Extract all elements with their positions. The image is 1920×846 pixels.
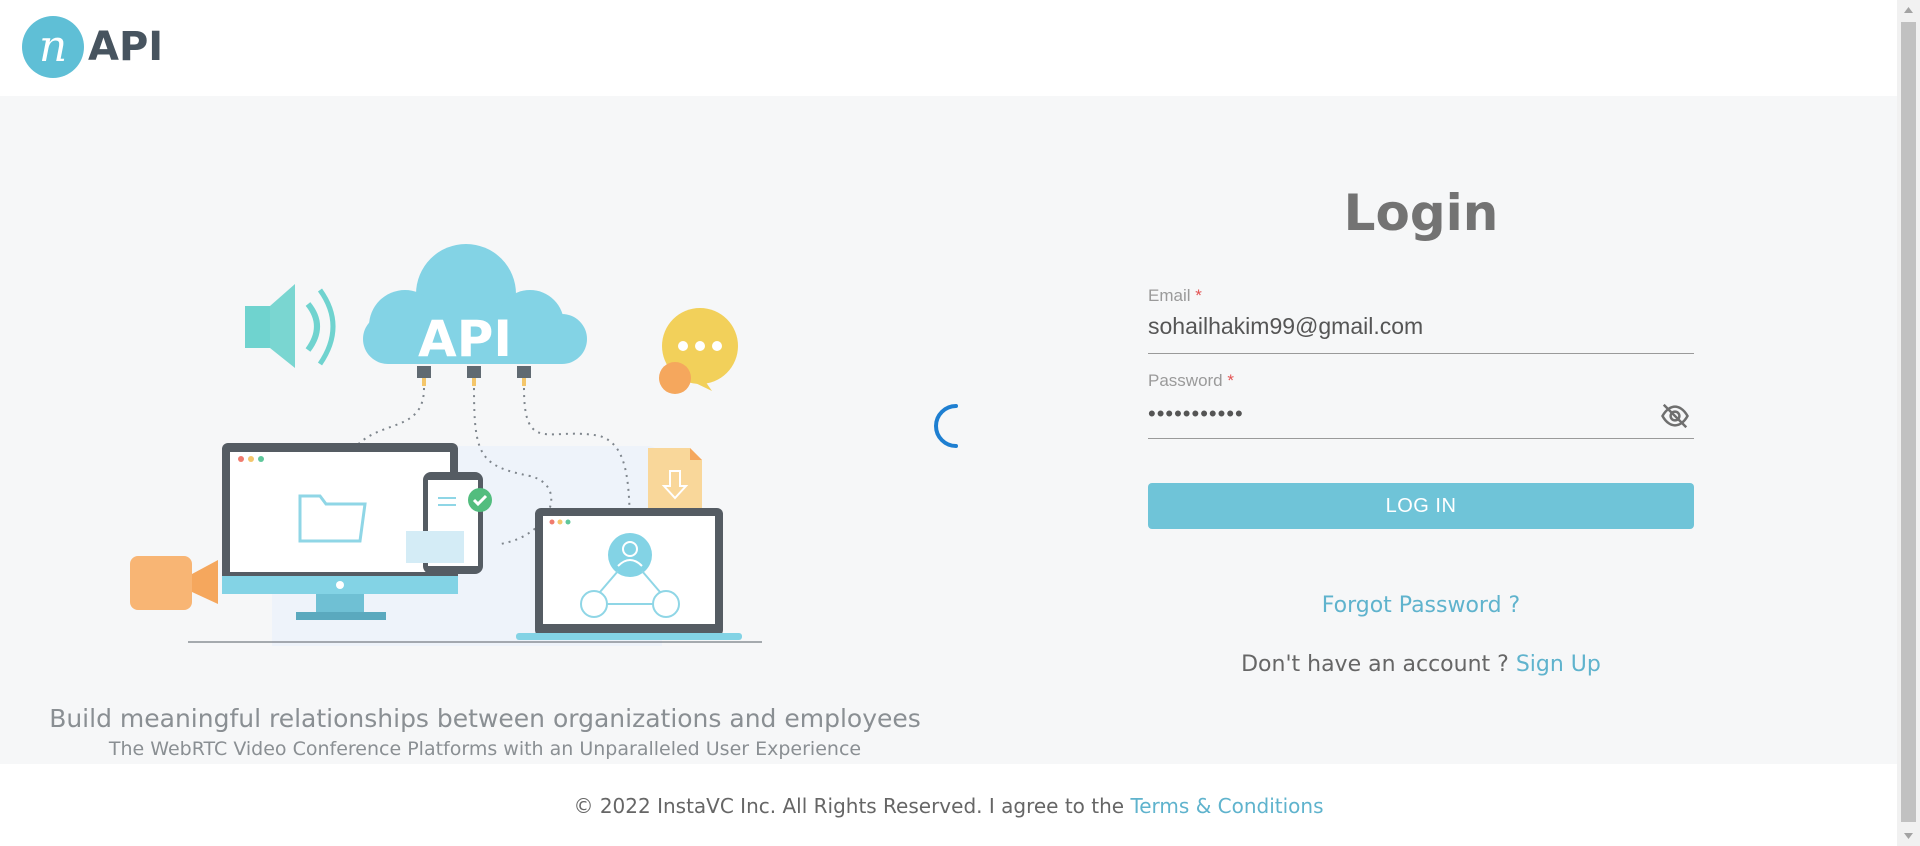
scroll-down-arrow-icon[interactable] — [1897, 826, 1920, 846]
logo-text: API — [88, 24, 164, 70]
required-mark: * — [1195, 286, 1202, 305]
signup-link[interactable]: Sign Up — [1516, 652, 1601, 677]
scrollbar-thumb[interactable] — [1901, 22, 1916, 822]
hero-illustration: API — [130, 244, 762, 646]
terms-link[interactable]: Terms & Conditions — [1130, 794, 1323, 818]
vertical-scrollbar[interactable] — [1897, 0, 1920, 846]
signup-row: Don't have an account ? Sign Up — [1148, 652, 1694, 677]
main-content: API Build meaningful relationships betwe… — [0, 96, 1897, 764]
connector-plugs — [417, 366, 531, 386]
login-button[interactable]: LOG IN — [1148, 483, 1694, 529]
password-label: Password * — [1148, 371, 1234, 391]
email-label-text: Email — [1148, 286, 1191, 305]
forgot-password-link[interactable]: Forgot Password ? — [1148, 593, 1694, 618]
copyright-text: © 2022 InstaVC Inc. All Rights Reserved.… — [573, 794, 1125, 818]
login-page: n API API Build meaningful relationships… — [0, 0, 1920, 846]
eye-off-icon[interactable] — [1660, 401, 1690, 431]
footer: © 2022 InstaVC Inc. All Rights Reserved.… — [0, 764, 1897, 846]
email-field: Email * — [1148, 286, 1694, 354]
email-input[interactable] — [1148, 313, 1638, 340]
password-label-text: Password — [1148, 371, 1223, 390]
speaker-icon — [245, 284, 336, 368]
required-mark: * — [1227, 371, 1234, 390]
logo[interactable]: n API — [22, 16, 163, 78]
logo-mark: n — [22, 16, 84, 78]
logo-letter: n — [38, 21, 68, 72]
scroll-up-arrow-icon[interactable] — [1897, 0, 1920, 20]
login-form: Login Email * Password * — [1148, 96, 1694, 764]
login-title: Login — [1343, 184, 1499, 242]
header: n API — [0, 0, 1897, 96]
cloud-label: API — [418, 310, 512, 368]
email-label: Email * — [1148, 286, 1202, 306]
tagline-headline: Build meaningful relationships between o… — [49, 704, 921, 733]
password-input[interactable] — [1148, 401, 1638, 427]
laptop-icon — [516, 508, 742, 640]
password-field: Password * — [1148, 371, 1694, 439]
chat-bubble-icon — [659, 308, 738, 394]
tagline-subline: The WebRTC Video Conference Platforms wi… — [108, 738, 862, 760]
video-camera-icon — [130, 556, 218, 610]
spinner-icon — [934, 404, 958, 448]
no-account-text: Don't have an account ? — [1241, 652, 1509, 677]
